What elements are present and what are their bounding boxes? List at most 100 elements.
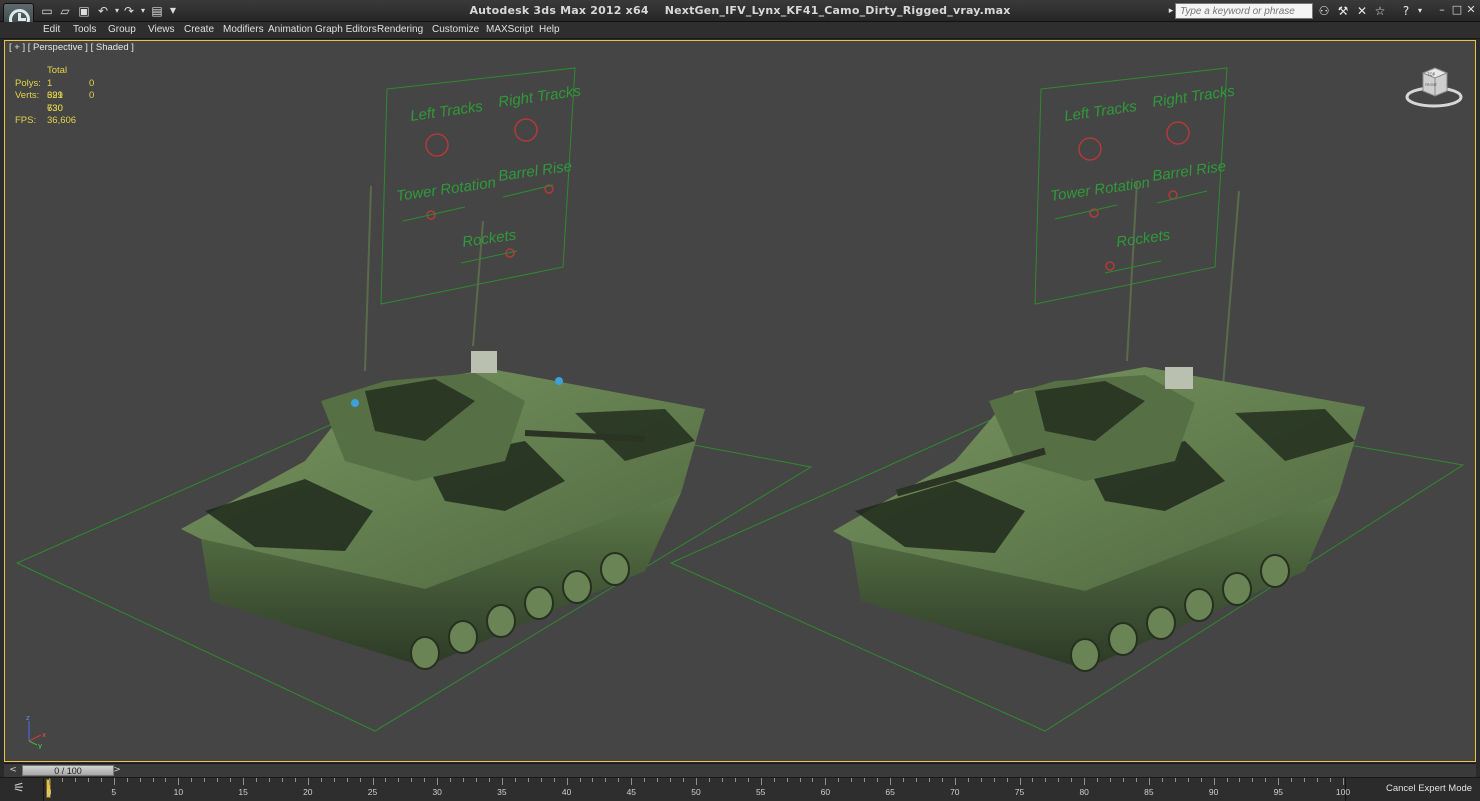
- frame-tick: [670, 778, 672, 782]
- frame-tick: [346, 778, 348, 782]
- time-slider-next[interactable]: >: [110, 764, 124, 777]
- frame-tick: [165, 778, 167, 782]
- label-rockets-right: Rockets: [1115, 227, 1172, 251]
- frame-tick: [1097, 778, 1099, 782]
- label-right-tracks-right: Right Tracks: [1151, 82, 1236, 110]
- frame-tick: [592, 778, 594, 782]
- axis-x-label: x: [42, 731, 46, 739]
- frame-tick: [1252, 778, 1254, 782]
- subscription-icon[interactable]: ⚒: [1335, 4, 1351, 18]
- frame-tick: [230, 778, 232, 782]
- cancel-expert-mode-button[interactable]: Cancel Expert Mode: [1386, 781, 1472, 797]
- frame-tick: [1200, 778, 1202, 782]
- frame-tick-label: 10: [173, 787, 184, 797]
- frame-tick: [579, 778, 581, 782]
- viewcube-icon[interactable]: TOP FRONT: [1405, 65, 1463, 109]
- menu-modifiers[interactable]: Modifiers: [223, 23, 264, 37]
- search-input[interactable]: [1175, 3, 1313, 19]
- frame-tick: [100, 778, 102, 782]
- frame-tick: [799, 778, 801, 782]
- ifv-model-right[interactable]: [669, 67, 1465, 732]
- menu-edit[interactable]: Edit: [43, 23, 60, 37]
- frame-tick: [734, 778, 736, 782]
- frame-tick: [1019, 778, 1021, 785]
- frame-tick: [1226, 778, 1228, 782]
- frame-tick: [463, 778, 465, 782]
- time-slider-thumb[interactable]: 0 / 100: [22, 765, 114, 776]
- left-tracks-control-right[interactable]: [1078, 137, 1102, 161]
- open-mini-curve-editor-icon[interactable]: ⚟: [8, 781, 30, 797]
- frame-tick: [307, 778, 309, 785]
- frame-tick-label: 60: [820, 787, 831, 797]
- frame-tick: [243, 778, 245, 785]
- frame-tick: [1278, 778, 1280, 785]
- frame-tick: [191, 778, 193, 782]
- frame-tick: [385, 778, 387, 782]
- menu-create[interactable]: Create: [184, 23, 214, 37]
- menu-graph-editors[interactable]: Graph Editors: [315, 23, 377, 37]
- frame-tick: [488, 778, 490, 782]
- frame-tick: [1174, 778, 1176, 782]
- close-icon[interactable]: ✕: [1464, 3, 1478, 17]
- antenna-left-1: [364, 185, 372, 372]
- label-rockets-left: Rockets: [461, 227, 518, 251]
- menu-maxscript[interactable]: MAXScript: [486, 23, 533, 37]
- menu-tools[interactable]: Tools: [73, 23, 96, 37]
- label-barrel-rise-left: Barrel Rise: [497, 158, 573, 185]
- frame-tick: [126, 778, 128, 782]
- frame-tick: [1213, 778, 1215, 785]
- frame-tick: [1058, 778, 1060, 782]
- right-tracks-control-left[interactable]: [514, 118, 538, 142]
- frame-tick-label: 65: [885, 787, 895, 797]
- frame-tick: [61, 778, 63, 782]
- ifv-model-left[interactable]: [15, 67, 813, 732]
- time-slider-prev[interactable]: <: [6, 764, 20, 777]
- perspective-viewport[interactable]: Left Tracks Right Tracks Tower Rotation …: [4, 40, 1476, 762]
- frame-tick: [1032, 778, 1034, 782]
- frame-tick: [618, 778, 620, 782]
- binoculars-icon[interactable]: ⚇: [1316, 4, 1332, 18]
- fps-label: FPS:: [15, 115, 37, 126]
- label-tower-rotation-left: Tower Rotation: [395, 174, 497, 205]
- frame-tick: [708, 778, 710, 782]
- frame-tick: [540, 778, 542, 782]
- communication-center-icon[interactable]: ✕: [1354, 4, 1370, 18]
- frame-tick-label: 70: [950, 787, 960, 797]
- frame-tick: [527, 778, 529, 782]
- frame-tick: [1343, 778, 1344, 785]
- track-bar: ⚟ 0 5 10 15 20 25 30 35 40 45 50 55 60 65 70 75 80 85 90 95…: [0, 777, 1480, 801]
- rig-labels-left: Left Tracks Right Tracks Tower Rotation …: [395, 82, 582, 250]
- help-dropdown-icon[interactable]: ▾: [1412, 4, 1428, 18]
- minimize-icon[interactable]: –: [1435, 3, 1449, 17]
- frame-tick: [721, 778, 723, 782]
- frame-tick: [696, 778, 697, 785]
- polys-selected: 0: [89, 77, 95, 89]
- axis-y-label: y: [38, 742, 42, 749]
- frame-tick: [993, 778, 995, 782]
- menu-animation[interactable]: Animation: [268, 23, 312, 37]
- viewport-label[interactable]: [ + ] [ Perspective ] [ Shaded ]: [9, 42, 134, 53]
- left-tracks-control-left[interactable]: [425, 133, 449, 157]
- frame-tick: [1084, 778, 1086, 785]
- frame-tick: [877, 778, 879, 782]
- rockets-control-right[interactable]: [1105, 261, 1115, 271]
- menu-rendering[interactable]: Rendering: [377, 23, 423, 37]
- menu-group[interactable]: Group: [108, 23, 136, 37]
- frame-tick: [1123, 778, 1125, 782]
- frame-tick: [915, 778, 917, 782]
- frame-tick: [631, 778, 633, 785]
- right-tracks-control-right[interactable]: [1166, 121, 1190, 145]
- frame-ruler[interactable]: 0 5 10 15 20 25 30 35 40 45 50 55 60 65 70 75 80 85 90 95 10…: [43, 778, 1350, 801]
- frame-tick: [74, 778, 76, 782]
- maximize-icon[interactable]: □: [1450, 3, 1464, 17]
- verts-label: Verts:: [15, 90, 40, 101]
- menu-views[interactable]: Views: [148, 23, 175, 37]
- frame-tick-label: 80: [1079, 787, 1089, 797]
- menu-customize[interactable]: Customize: [432, 23, 479, 37]
- menu-help[interactable]: Help: [539, 23, 560, 37]
- viewcube-top-label: TOP: [1426, 72, 1436, 77]
- favorites-star-icon[interactable]: ☆: [1372, 4, 1388, 18]
- verts-selected: 0: [89, 90, 95, 101]
- barrel-rise-control-right[interactable]: [1168, 190, 1178, 200]
- frame-tick: [281, 778, 283, 782]
